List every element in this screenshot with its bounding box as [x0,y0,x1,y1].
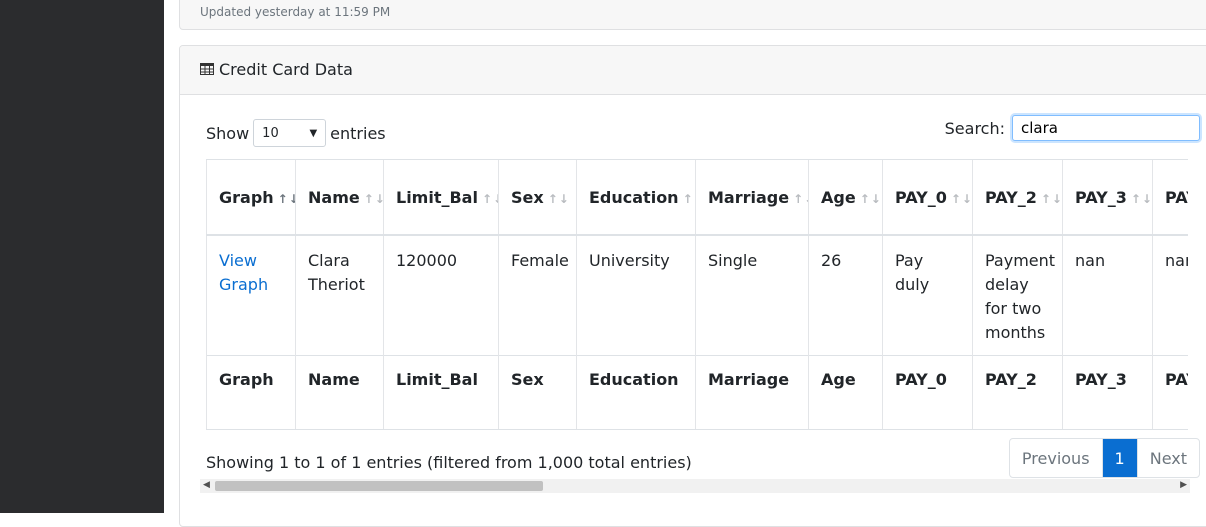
column-header-age[interactable]: Age ↑↓ [808,160,883,236]
scroll-right-icon[interactable]: ▶ [1180,480,1187,490]
sort-icon: ↑↓ [1040,191,1063,206]
table-info: Showing 1 to 1 of 1 entries (filtered fr… [206,453,692,472]
entries-select[interactable]: 10 ▼ [253,119,327,147]
table-row: View Graph Clara Theriot 120000 Female U… [206,235,1188,355]
column-header-sex[interactable]: Sex ↑↓ [498,160,577,236]
sort-icon: ↑↓ [950,191,973,206]
footer-age: Age [808,354,883,430]
column-header-name[interactable]: Name↑↓ [295,160,384,236]
footer-pay-2: PAY_2 [972,354,1063,430]
column-header-pay-2[interactable]: PAY_2 ↑↓ [972,160,1063,236]
sort-icon: ↑↓ [859,191,882,206]
previous-button[interactable]: Previous [1010,439,1103,477]
entries-label: entries [330,123,386,143]
sidebar [0,0,164,513]
sort-icon: ↑↓ [363,191,383,206]
chevron-down-icon: ▼ [309,127,318,139]
cell-age: 26 [808,235,883,355]
sort-asc-icon: ↑↓ [277,191,295,206]
scroll-left-icon[interactable]: ◀ [203,480,210,490]
cell-name: Clara Theriot [295,235,384,355]
cell-marriage: Single [695,235,809,355]
cell-graph: View Graph [206,235,296,355]
table-icon [200,63,214,75]
scrollbar-thumb[interactable] [215,481,543,491]
show-label: Show [206,123,250,143]
cell-pay-2: Payment delay for two months [972,235,1063,355]
pagination: Previous 1 Next [1008,438,1200,478]
footer-education: Education [576,354,696,430]
entries-select-value: 10 [262,125,279,141]
data-table: Graph↑↓ Name↑↓ Limit_Bal↑↓ Sex↑↓ Educati… [206,160,1188,430]
footer-limit-bal: Limit_Bal [383,354,499,430]
previous-card: Updated yesterday at 11:59 PM [179,0,1206,30]
search-input[interactable] [1012,115,1200,141]
cell-limit-bal: 120000 [383,235,499,355]
footer-pay-3: PAY_3 [1062,354,1153,430]
next-button[interactable]: Next [1138,439,1199,477]
footer-row: Graph Name Limit_Bal Sex Education Marri… [206,354,1188,430]
footer-name: Name [295,354,384,430]
cell-pay-4: nan [1152,235,1188,355]
sort-icon: ↑↓ [481,191,498,206]
column-header-pay-0[interactable]: PAY_0 ↑↓ [882,160,973,236]
header-row: Graph↑↓ Name↑↓ Limit_Bal↑↓ Sex↑↓ Educati… [206,160,1188,236]
footer-pay-0: PAY_0 [882,354,973,430]
footer-sex: Sex [498,354,577,430]
column-header-graph[interactable]: Graph↑↓ [206,160,296,236]
horizontal-scrollbar[interactable]: ◀ ▶ [200,479,1190,493]
main-content: Updated yesterday at 11:59 PM Credit Car… [164,0,1206,527]
cell-pay-3: nan [1062,235,1153,355]
cell-sex: Female [498,235,577,355]
footer-pay-4: PAY_4 [1152,354,1188,430]
cell-education: University [576,235,696,355]
card-title: Credit Card Data [219,60,353,79]
footer-graph: Graph [206,354,296,430]
entries-length-control: Show 10 ▼ entries [206,119,386,147]
view-graph-link[interactable]: View Graph [219,251,268,294]
sort-icon: ↑↓ [682,191,695,206]
sort-icon: ↑↓ [547,191,570,206]
column-header-pay-3[interactable]: PAY_3 ↑↓ [1062,160,1153,236]
sort-icon: ↑↓ [1130,191,1153,206]
card-header: Credit Card Data [180,46,1206,95]
column-header-education[interactable]: Education↑↓ [576,160,696,236]
footer-marriage: Marriage [695,354,809,430]
credit-card-data-card: Credit Card Data Show 10 ▼ entries Searc… [179,45,1206,527]
column-header-pay-4[interactable]: PAY_4↑↓ [1152,160,1188,236]
column-header-marriage[interactable]: Marriage↑↓ [695,160,809,236]
cell-pay-0: Pay duly [882,235,973,355]
search-label: Search: [944,118,1005,138]
sort-icon: ↑↓ [793,191,807,206]
page-1-button[interactable]: 1 [1102,439,1138,477]
search-control: Search: [945,115,1200,141]
column-header-limit-bal[interactable]: Limit_Bal↑↓ [383,160,499,236]
data-table-wrapper[interactable]: Graph↑↓ Name↑↓ Limit_Bal↑↓ Sex↑↓ Educati… [206,159,1188,432]
updated-text: Updated yesterday at 11:59 PM [200,5,391,19]
